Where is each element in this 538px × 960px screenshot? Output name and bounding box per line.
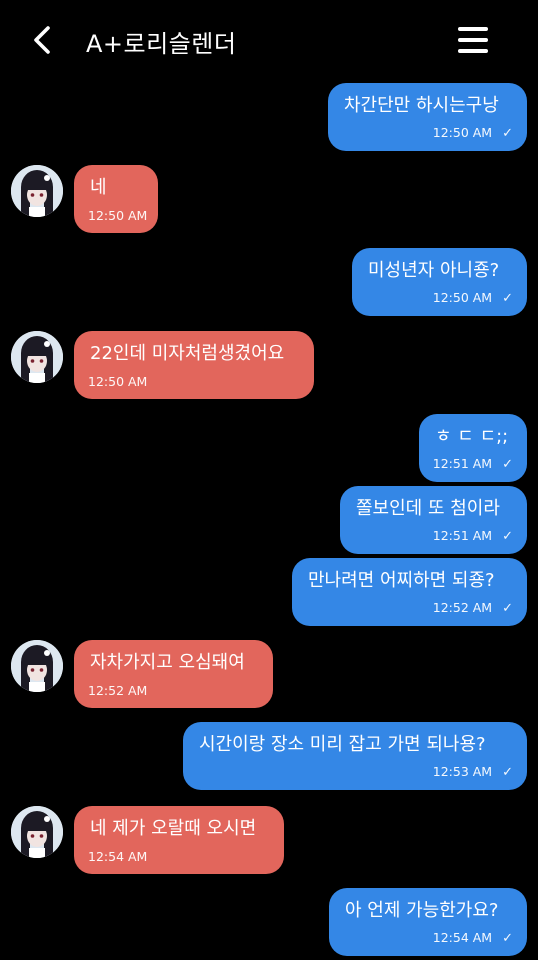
- message-bubble-incoming[interactable]: 네 제가 오랄때 오시면 12:54 AM: [74, 806, 284, 874]
- message-time: 12:54 AM: [88, 849, 148, 864]
- checkmark-icon: ✓: [502, 931, 513, 946]
- hamburger-menu-icon: [458, 27, 488, 31]
- message-meta: 12:52 AM ✓: [433, 600, 513, 616]
- message-time: 12:50 AM: [432, 125, 493, 140]
- message-bubble-incoming[interactable]: 22인데 미자처럼생겼어요 12:50 AM: [74, 331, 314, 399]
- message-meta: 12:51 AM ✓: [433, 528, 513, 544]
- message-meta: 12:50 AM ✓: [433, 290, 513, 306]
- avatar[interactable]: [11, 640, 63, 692]
- message-bubble-outgoing[interactable]: 만나려면 어찌하면 되죵? 12:52 AM ✓: [292, 558, 527, 626]
- message-time: 12:53 AM: [432, 764, 493, 779]
- message-bubble-outgoing[interactable]: 아 언제 가능한가요? 12:54 AM ✓: [329, 888, 527, 956]
- message-text: 22인데 미자처럼생겼어요: [90, 343, 285, 364]
- avatar-image: [11, 165, 63, 217]
- back-button[interactable]: [28, 22, 58, 58]
- message-bubble-incoming[interactable]: 자차가지고 오심돼여 12:52 AM: [74, 640, 273, 708]
- message-meta: 12:53 AM ✓: [433, 764, 513, 780]
- avatar[interactable]: [11, 165, 63, 217]
- checkmark-icon: ✓: [502, 126, 513, 141]
- message-text: 네 제가 오랄때 오시면: [90, 818, 257, 839]
- message-meta: 12:50 AM ✓: [433, 125, 513, 141]
- checkmark-icon: ✓: [502, 601, 513, 616]
- menu-button[interactable]: [458, 27, 488, 53]
- message-text: 만나려면 어찌하면 되죵?: [308, 570, 495, 591]
- checkmark-icon: ✓: [502, 765, 513, 780]
- message-time: 12:51 AM: [432, 528, 493, 543]
- avatar-image: [11, 640, 63, 692]
- message-bubble-outgoing[interactable]: 차간단만 하시는구낭 12:50 AM ✓: [328, 83, 527, 151]
- message-time: 12:50 AM: [88, 208, 148, 223]
- avatar[interactable]: [11, 331, 63, 383]
- message-text: 차간단만 하시는구낭: [344, 95, 499, 116]
- message-text: 아 언제 가능한가요?: [345, 900, 499, 921]
- message-bubble-incoming[interactable]: 네 12:50 AM: [74, 165, 158, 233]
- avatar-image: [11, 806, 63, 858]
- message-text: ㅎ ㄷ ㄷ;;: [435, 426, 509, 447]
- avatar[interactable]: [11, 806, 63, 858]
- message-text: 쫄보인데 또 첨이라: [356, 498, 500, 519]
- checkmark-icon: ✓: [502, 291, 513, 306]
- message-bubble-outgoing[interactable]: 미성년자 아니죵? 12:50 AM ✓: [352, 248, 527, 316]
- message-bubble-outgoing[interactable]: 쫄보인데 또 첨이라 12:51 AM ✓: [340, 486, 527, 554]
- message-text: 자차가지고 오심돼여: [90, 652, 245, 673]
- message-meta: 12:51 AM ✓: [433, 456, 513, 472]
- message-meta: 12:54 AM ✓: [433, 930, 513, 946]
- message-time: 12:54 AM: [432, 930, 493, 945]
- message-time: 12:52 AM: [432, 600, 493, 615]
- message-bubble-outgoing[interactable]: 시간이랑 장소 미리 잡고 가면 되나용? 12:53 AM ✓: [183, 722, 527, 790]
- checkmark-icon: ✓: [502, 457, 513, 472]
- message-text: 시간이랑 장소 미리 잡고 가면 되나용?: [199, 734, 486, 755]
- message-time: 12:50 AM: [432, 290, 493, 305]
- message-time: 12:51 AM: [432, 456, 493, 471]
- chat-title: A+로리슬렌더: [86, 30, 237, 58]
- message-time: 12:52 AM: [88, 683, 148, 698]
- message-text: 네: [90, 177, 107, 198]
- chevron-left-icon: [34, 26, 50, 54]
- message-time: 12:50 AM: [88, 374, 148, 389]
- message-bubble-outgoing[interactable]: ㅎ ㄷ ㄷ;; 12:51 AM ✓: [419, 414, 527, 482]
- avatar-image: [11, 331, 63, 383]
- chat-header: A+로리슬렌더: [0, 0, 538, 80]
- checkmark-icon: ✓: [502, 529, 513, 544]
- message-text: 미성년자 아니죵?: [368, 260, 500, 281]
